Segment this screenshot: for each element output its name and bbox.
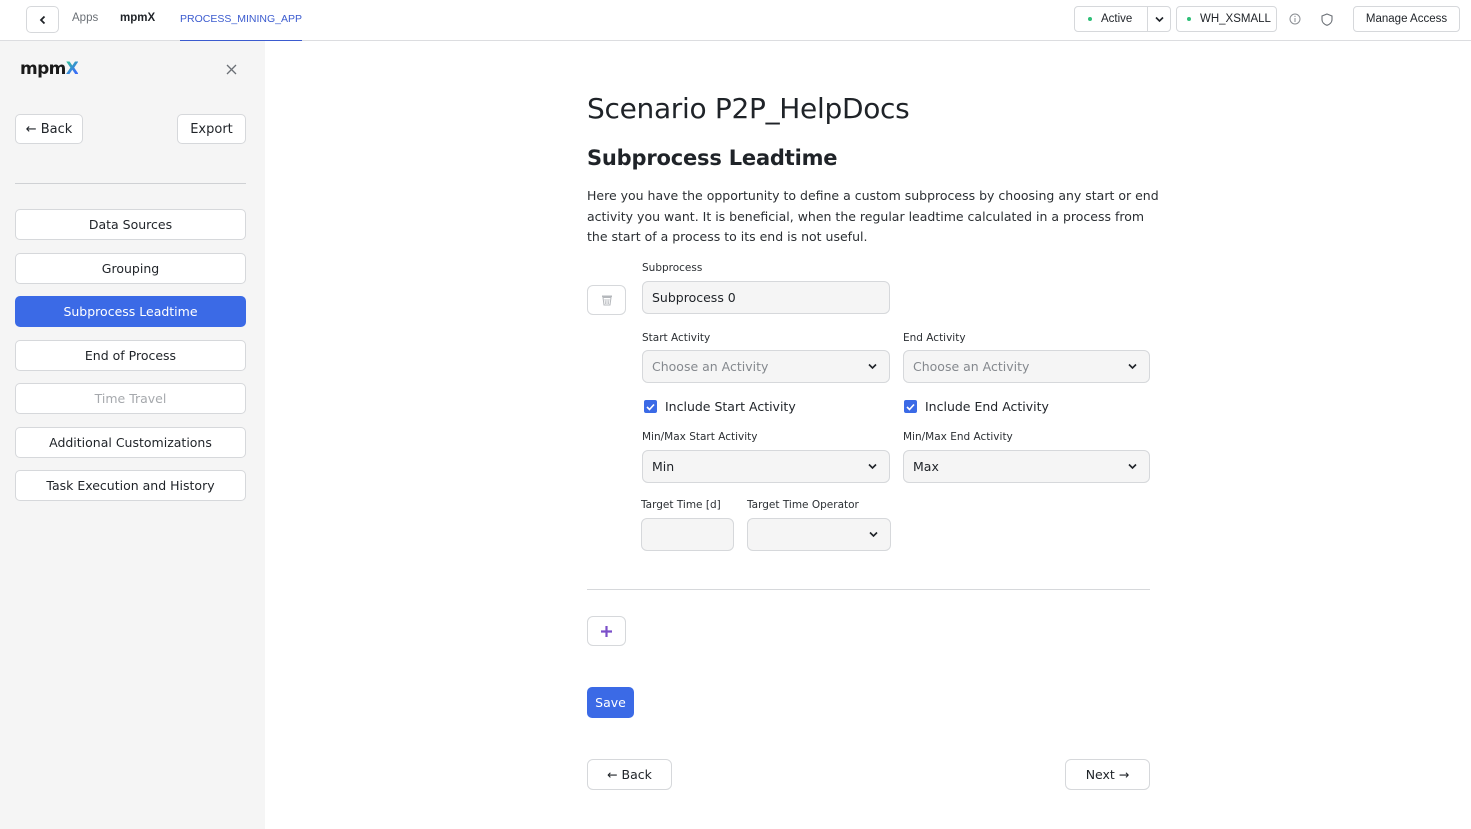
- chevron-down-icon: [869, 531, 878, 538]
- chevron-down-icon: [868, 363, 877, 370]
- sidebar-item-grouping[interactable]: Grouping: [15, 253, 246, 284]
- sidebar-back-button[interactable]: ← Back: [15, 114, 83, 144]
- status-label: Active: [1101, 13, 1133, 25]
- breadcrumb-mpmx[interactable]: mpmX: [120, 12, 155, 24]
- start-activity-label: Start Activity: [642, 332, 711, 344]
- sidebar-item-time-travel: Time Travel: [15, 383, 246, 414]
- plus-icon: [601, 625, 612, 637]
- target-operator-label: Target Time Operator: [747, 499, 859, 511]
- export-button[interactable]: Export: [177, 114, 246, 144]
- delete-subprocess-button[interactable]: [587, 285, 626, 315]
- include-start-activity-label: Include Start Activity: [665, 399, 796, 414]
- add-subprocess-button[interactable]: [587, 616, 626, 646]
- include-end-activity-label: Include End Activity: [925, 399, 1049, 414]
- top-bar: Apps mpmX PROCESS_MINING_APP Active WH_X…: [0, 0, 1471, 41]
- sidebar-item-additional-customizations[interactable]: Additional Customizations: [15, 427, 246, 458]
- back-button[interactable]: ← Back: [587, 759, 672, 790]
- chevron-left-icon: [39, 15, 45, 24]
- section-title: Subprocess Leadtime: [587, 146, 838, 170]
- subprocess-label: Subprocess: [642, 262, 703, 274]
- minmax-start-select[interactable]: Min: [642, 450, 890, 483]
- status-dot-icon: [1088, 17, 1092, 21]
- chevron-down-icon: [1128, 463, 1137, 470]
- include-end-activity-checkbox[interactable]: Include End Activity: [904, 399, 1049, 414]
- sidebar-item-data-sources[interactable]: Data Sources: [15, 209, 246, 240]
- include-start-activity-checkbox[interactable]: Include Start Activity: [644, 399, 796, 414]
- chevron-down-icon: [868, 463, 877, 470]
- mpmx-logo: mpmX: [20, 59, 79, 79]
- sidebar-item-task-execution-history[interactable]: Task Execution and History: [15, 470, 246, 501]
- target-operator-select[interactable]: [747, 518, 891, 551]
- close-icon: [226, 64, 236, 74]
- info-button[interactable]: [1286, 10, 1304, 28]
- minmax-start-label: Min/Max Start Activity: [642, 431, 758, 443]
- next-button[interactable]: Next →: [1065, 759, 1150, 790]
- target-time-input[interactable]: [641, 518, 734, 551]
- sidebar: mpmX ← Back Export Data Sources Grouping…: [0, 41, 265, 829]
- save-button[interactable]: Save: [587, 687, 634, 718]
- trash-icon: [601, 295, 612, 306]
- warehouse-label: WH_XSMALL: [1200, 13, 1271, 25]
- status-button[interactable]: Active: [1074, 6, 1148, 32]
- nav-back-button[interactable]: [26, 6, 59, 33]
- start-activity-select[interactable]: Choose an Activity: [642, 350, 890, 383]
- sidebar-item-end-of-process[interactable]: End of Process: [15, 340, 246, 371]
- breadcrumb-process-mining-app[interactable]: PROCESS_MINING_APP: [180, 0, 302, 41]
- page-title: Scenario P2P_HelpDocs: [587, 92, 910, 125]
- warehouse-button[interactable]: WH_XSMALL: [1176, 6, 1277, 32]
- subprocess-name-value: Subprocess 0: [652, 290, 736, 305]
- end-activity-label: End Activity: [903, 332, 966, 344]
- shield-icon: [1321, 12, 1333, 26]
- manage-access-button[interactable]: Manage Access: [1353, 6, 1460, 32]
- status-dropdown-button[interactable]: [1147, 6, 1171, 32]
- minmax-end-value: Max: [913, 459, 939, 474]
- close-sidebar-button[interactable]: [223, 61, 239, 77]
- warehouse-dot-icon: [1187, 17, 1191, 21]
- end-activity-placeholder: Choose an Activity: [913, 359, 1030, 374]
- minmax-end-label: Min/Max End Activity: [903, 431, 1013, 443]
- section-divider: [587, 589, 1150, 590]
- logo-text: mpm: [20, 59, 66, 79]
- sidebar-item-subprocess-leadtime[interactable]: Subprocess Leadtime: [15, 296, 246, 327]
- sidebar-divider: [15, 183, 246, 184]
- minmax-start-value: Min: [652, 459, 675, 474]
- target-time-label: Target Time [d]: [641, 499, 721, 511]
- minmax-end-select[interactable]: Max: [903, 450, 1150, 483]
- shield-button[interactable]: [1318, 10, 1336, 28]
- end-activity-select[interactable]: Choose an Activity: [903, 350, 1150, 383]
- breadcrumb-apps[interactable]: Apps: [72, 12, 98, 24]
- checkbox-checked-icon: [904, 400, 917, 413]
- start-activity-placeholder: Choose an Activity: [652, 359, 769, 374]
- chevron-down-icon: [1128, 363, 1137, 370]
- subprocess-name-input[interactable]: Subprocess 0: [642, 281, 890, 314]
- section-description: Here you have the opportunity to define …: [587, 188, 1159, 244]
- info-icon: [1289, 13, 1301, 25]
- checkbox-checked-icon: [644, 400, 657, 413]
- chevron-down-icon: [1154, 16, 1164, 22]
- logo-x-mark: X: [65, 59, 79, 79]
